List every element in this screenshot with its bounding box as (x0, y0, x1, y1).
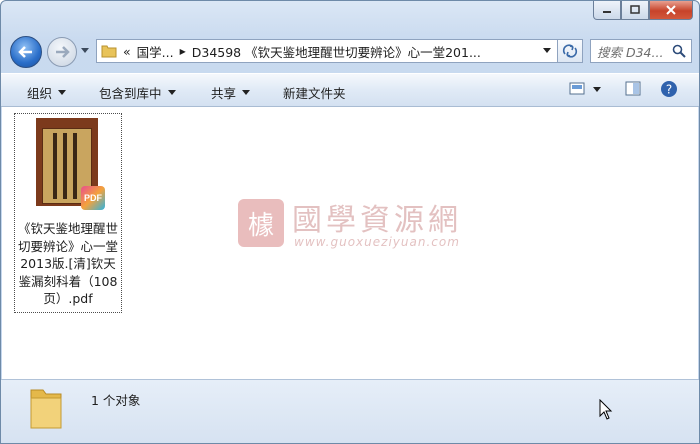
chevron-down-icon (58, 89, 67, 95)
preview-pane-icon (625, 81, 641, 96)
view-icon (569, 82, 601, 95)
details-pane: 1 个对象 (1, 379, 699, 443)
preview-pane-button[interactable] (624, 80, 642, 101)
refresh-button[interactable] (558, 39, 583, 63)
forward-button[interactable] (47, 37, 77, 67)
organize-label: 组织 (27, 86, 53, 101)
maximize-button[interactable] (621, 1, 649, 20)
minimize-icon (603, 11, 611, 13)
help-icon: ? (661, 81, 677, 97)
breadcrumb-guoxue[interactable]: 国学... (137, 42, 174, 61)
watermark-seal-icon: 㯫 (238, 199, 284, 247)
chevron-right-icon[interactable]: ▶ (180, 47, 186, 56)
search-icon[interactable] (672, 44, 686, 58)
file-list-area[interactable]: PDF 《钦天鉴地理醒世切要辨论》心一堂2013版.[清]钦天鉴漏刻科着（108… (2, 107, 698, 379)
file-name[interactable]: 《钦天鉴地理醒世切要辨论》心一堂2013版.[清]钦天鉴漏刻科着（108页）.p… (15, 220, 121, 308)
chevron-down-icon (242, 89, 251, 95)
include-library-menu[interactable]: 包含到库中 (99, 83, 176, 102)
command-bar: 组织 包含到库中 共享 新建文件夹 ? (1, 73, 699, 107)
arrow-right-icon (56, 46, 70, 58)
recent-pages-dropdown[interactable] (80, 45, 90, 55)
svg-text:?: ? (666, 83, 672, 97)
folder-icon (30, 389, 62, 429)
watermark-url: www.guoxueziyuan.com (294, 235, 460, 249)
view-options-button[interactable] (569, 80, 605, 101)
explorer-window: « 国学... ▶ D34598 《钦天鉴地理醒世切要辨论》心一堂201... … (0, 0, 700, 444)
refresh-icon (562, 44, 578, 58)
chevron-down-icon[interactable] (542, 47, 552, 55)
address-bar[interactable]: « 国学... ▶ D34598 《钦天鉴地理醒世切要辨论》心一堂201... (96, 39, 558, 63)
include-library-label: 包含到库中 (99, 86, 162, 101)
caption-buttons (593, 1, 693, 20)
search-placeholder: 搜索 D34... (597, 44, 664, 60)
back-button[interactable] (10, 36, 42, 68)
maximize-icon (630, 5, 640, 14)
watermark: 㯫 國學資源網 www.guoxueziyuan.com (238, 199, 498, 253)
new-folder-button[interactable]: 新建文件夹 (283, 83, 346, 102)
folder-icon (101, 45, 117, 58)
help-button[interactable]: ? (660, 80, 678, 101)
item-count: 1 个对象 (91, 393, 141, 408)
new-folder-label: 新建文件夹 (283, 86, 346, 101)
navigation-bar: « 国学... ▶ D34598 《钦天鉴地理醒世切要辨论》心一堂201... … (1, 33, 699, 69)
file-item-pdf[interactable]: PDF 《钦天鉴地理醒世切要辨论》心一堂2013版.[清]钦天鉴漏刻科着（108… (14, 113, 122, 313)
search-input[interactable]: 搜索 D34... (590, 39, 692, 63)
arrow-left-icon (18, 46, 32, 58)
share-menu[interactable]: 共享 (211, 83, 251, 102)
organize-menu[interactable]: 组织 (27, 83, 67, 102)
breadcrumb-current-folder[interactable]: D34598 《钦天鉴地理醒世切要辨论》心一堂201... (192, 42, 481, 61)
pdf-icon: PDF (81, 186, 105, 210)
close-button[interactable] (649, 1, 693, 20)
address-overflow[interactable]: « (123, 44, 131, 59)
chevron-down-icon (167, 89, 176, 95)
close-icon (666, 5, 676, 15)
watermark-title: 國學資源網 (292, 203, 462, 238)
minimize-button[interactable] (593, 1, 621, 20)
share-label: 共享 (211, 86, 237, 101)
mouse-cursor-icon (599, 399, 613, 420)
